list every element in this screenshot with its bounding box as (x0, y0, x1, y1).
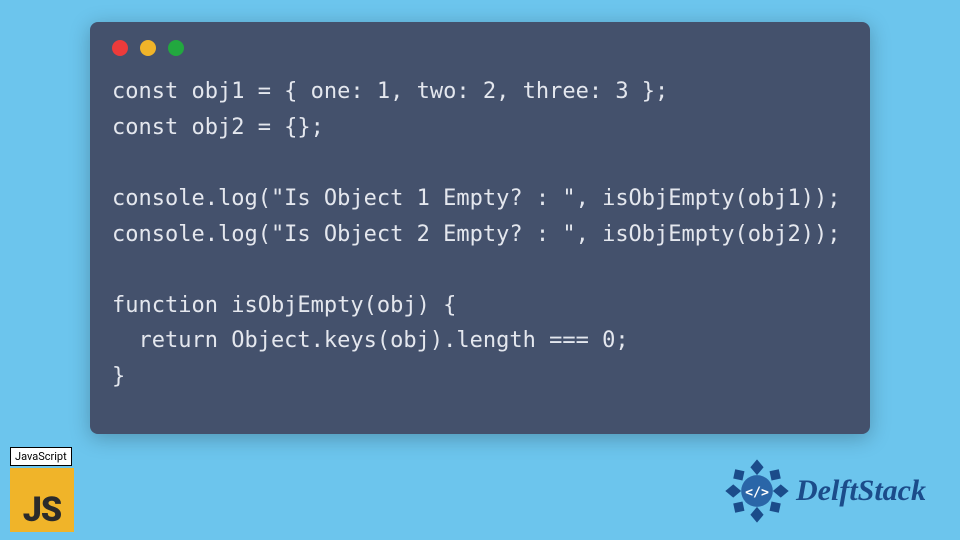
javascript-label: JavaScript (10, 447, 72, 466)
brand: </> DelftStack (724, 458, 926, 524)
brand-logo-icon: </> (724, 458, 790, 524)
zoom-dot-icon (168, 40, 184, 56)
code-window: const obj1 = { one: 1, two: 2, three: 3 … (90, 22, 870, 434)
brand-tag-symbol: </> (745, 485, 769, 500)
minimize-dot-icon (140, 40, 156, 56)
brand-name: DelftStack (796, 474, 926, 508)
code-block: const obj1 = { one: 1, two: 2, three: 3 … (112, 74, 848, 395)
javascript-badge: JavaScript JS (10, 445, 78, 532)
close-dot-icon (112, 40, 128, 56)
window-traffic-lights (112, 40, 848, 56)
javascript-logo-icon: JS (10, 468, 74, 532)
